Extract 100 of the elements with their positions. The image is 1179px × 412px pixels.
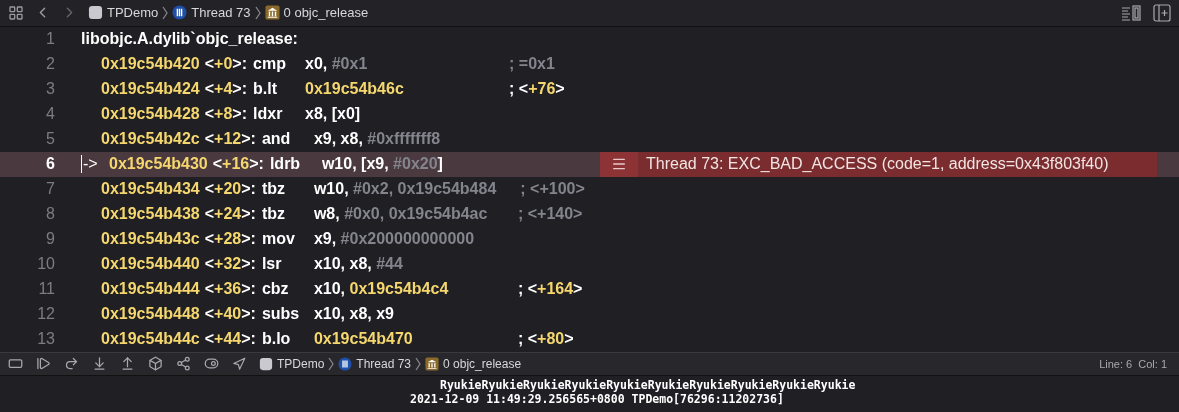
line-number: 1 bbox=[45, 30, 56, 49]
mnemonic: ldrb bbox=[269, 155, 302, 174]
comment: ; <+164> bbox=[517, 280, 583, 299]
instruction-offset: <+36>: bbox=[204, 280, 256, 299]
step-over-icon[interactable] bbox=[64, 356, 79, 372]
mnemonic: tbz bbox=[261, 180, 287, 199]
mnemonic: ldxr bbox=[253, 105, 284, 124]
console-line: 2021-12-09 11:49:29.256565+0800 TPDemo[76296:11202736] bbox=[410, 392, 785, 406]
breadcrumb-item[interactable]: TPDemo bbox=[107, 5, 159, 21]
thread-icon bbox=[172, 5, 188, 21]
comment: ; =0x1 bbox=[509, 55, 555, 74]
mnemonic: cbz bbox=[261, 280, 290, 299]
instruction-address: 0x19c54b420 bbox=[101, 55, 200, 74]
chevron-icon bbox=[328, 356, 335, 371]
instruction-address: 0x19c54b438 bbox=[101, 205, 200, 224]
instruction-address: 0x19c54b43c bbox=[101, 230, 200, 249]
symbol-label: libobjc.A.dylib`objc_release: bbox=[81, 30, 298, 49]
operands: x10, x8, #44 bbox=[313, 255, 404, 274]
instruction-offset: <+4>: bbox=[204, 80, 248, 99]
comment: ; <+100> bbox=[520, 180, 585, 199]
graph-icon[interactable] bbox=[176, 356, 191, 372]
grid-icon[interactable] bbox=[8, 4, 24, 21]
line-number: 4 bbox=[45, 105, 56, 124]
chevron-icon bbox=[254, 5, 261, 20]
operands: w8, #0x0, 0x19c54b4ac bbox=[313, 205, 489, 224]
instruction-offset: <+0>: bbox=[204, 55, 248, 74]
stack-frame-icon bbox=[264, 5, 280, 21]
line-number: 9 bbox=[45, 230, 56, 249]
thread-icon bbox=[338, 356, 353, 371]
instruction-offset: <+24>: bbox=[204, 205, 256, 224]
operands: x10, 0x19c54b4c4 bbox=[313, 280, 450, 299]
operands: w10, [x9, #0x20] bbox=[321, 155, 444, 174]
instruction-address: 0x19c54b434 bbox=[101, 180, 200, 199]
comment: ; <+140> bbox=[517, 205, 583, 224]
instruction-address: 0x19c54b424 bbox=[101, 80, 200, 99]
toggle-icon[interactable] bbox=[204, 356, 219, 372]
line-number: 10 bbox=[36, 255, 56, 274]
instruction-address: 0x19c54b428 bbox=[101, 105, 200, 124]
chevron-icon bbox=[162, 5, 169, 20]
continue-icon[interactable] bbox=[36, 356, 51, 372]
mnemonic: cmp bbox=[253, 55, 287, 74]
instruction-address: 0x19c54b444 bbox=[101, 280, 200, 299]
line-number: 12 bbox=[36, 305, 56, 324]
step-out-icon[interactable] bbox=[120, 356, 135, 372]
operands: x9, #0x200000000000 bbox=[313, 230, 476, 249]
instruction-offset: <+20>: bbox=[204, 180, 256, 199]
step-into-icon[interactable] bbox=[92, 356, 107, 372]
error-message: Thread 73: EXC_BAD_ACCESS (code=1, address=0x43f803f40) bbox=[645, 154, 1109, 175]
app-icon bbox=[259, 356, 273, 371]
operands: w10, #0x2, 0x19c54b484 bbox=[313, 180, 497, 199]
instruction-address: 0x19c54b440 bbox=[101, 255, 200, 274]
console-line: RyukieRyukieRyukieRyukieRyukieRyukieRyukieRyukieRyukieRyukie bbox=[439, 378, 857, 392]
mnemonic: lsr bbox=[261, 255, 283, 274]
instruction-address: 0x19c54b44c bbox=[101, 330, 200, 349]
operands: x8, [x0] bbox=[305, 105, 362, 124]
cursor-position: Line: 6 Col: 1 bbox=[1099, 357, 1167, 370]
menu-icon[interactable] bbox=[600, 151, 638, 177]
mnemonic: b.lt bbox=[253, 80, 279, 99]
instruction-address: 0x19c54b430 bbox=[109, 155, 208, 174]
operands: x10, x8, x9 bbox=[313, 305, 395, 324]
instruction-address: 0x19c54b42c bbox=[101, 130, 200, 149]
instruction-offset: <+12>: bbox=[204, 130, 256, 149]
line-number: 13 bbox=[36, 330, 56, 349]
comment: ; <+76> bbox=[509, 80, 565, 99]
location-icon[interactable] bbox=[232, 356, 246, 371]
line-number: 3 bbox=[45, 80, 56, 99]
line-number: 6 bbox=[45, 155, 56, 174]
instruction-offset: <+44>: bbox=[204, 330, 256, 349]
mnemonic: b.lo bbox=[261, 330, 292, 349]
breadcrumb-item[interactable]: Thread 73 bbox=[191, 5, 251, 21]
line-number: 11 bbox=[37, 280, 56, 299]
instruction-offset: <+16>: bbox=[212, 155, 264, 174]
comment: ; <+80> bbox=[517, 330, 574, 349]
instruction-offset: <+28>: bbox=[204, 230, 256, 249]
instruction-offset: <+8>: bbox=[204, 105, 248, 124]
instruction-address: 0x19c54b448 bbox=[101, 305, 200, 324]
app-icon bbox=[88, 5, 103, 21]
mnemonic: and bbox=[261, 130, 292, 149]
line-number: 8 bbox=[45, 205, 56, 224]
operands: 0x19c54b46c bbox=[305, 80, 405, 99]
instruction-offset: <+32>: bbox=[204, 255, 256, 274]
breadcrumb-item[interactable]: 0 objc_release bbox=[283, 5, 369, 21]
line-number: 7 bbox=[45, 180, 56, 199]
add-editor-icon[interactable] bbox=[1153, 3, 1171, 22]
operands: 0x19c54b470 bbox=[313, 330, 414, 349]
breadcrumb-item[interactable]: TPDemo bbox=[277, 356, 325, 371]
cube-icon[interactable] bbox=[148, 356, 163, 372]
line-number: 2 bbox=[45, 55, 56, 74]
mnemonic: mov bbox=[261, 230, 296, 249]
stack-frame-icon bbox=[425, 356, 440, 371]
chevron-icon bbox=[415, 356, 422, 371]
breadcrumb-item[interactable]: 0 objc_release bbox=[443, 356, 522, 371]
instruction-offset: <+40>: bbox=[204, 305, 256, 324]
mnemonic: tbz bbox=[261, 205, 287, 224]
operands: x0, #0x1 bbox=[305, 55, 369, 74]
minimap-icon[interactable] bbox=[1121, 3, 1143, 22]
mnemonic: subs bbox=[261, 305, 301, 324]
operands: x9, x8, #0xfffffff8 bbox=[313, 130, 442, 149]
breadcrumb-item[interactable]: Thread 73 bbox=[356, 356, 412, 371]
line-number: 5 bbox=[45, 130, 56, 149]
